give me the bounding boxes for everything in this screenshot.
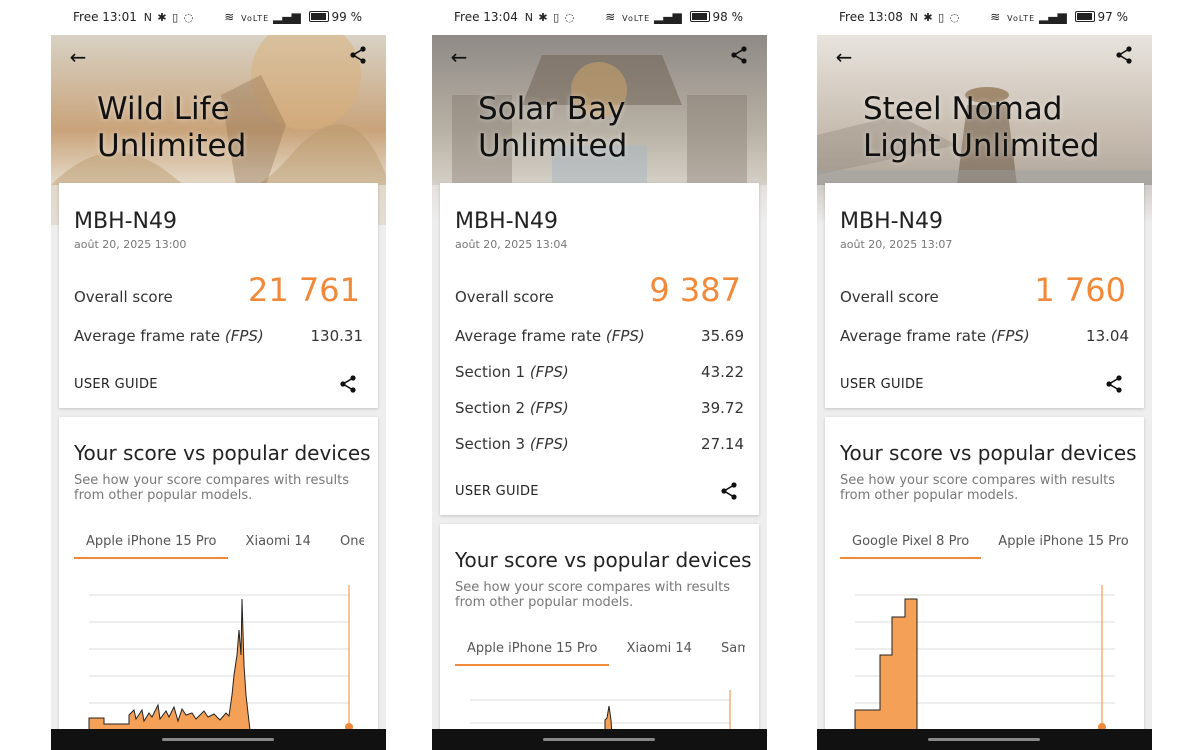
overall-score-label: Overall score: [455, 288, 554, 306]
device-name: MBH-N49: [455, 209, 559, 234]
tab-apple-iphone-15-pro[interactable]: Apple iPhone 15 Pro: [986, 534, 1130, 557]
volte-icon: VoLTE: [1007, 14, 1036, 23]
signal-icon: ▂▄▆: [1038, 10, 1067, 24]
wifi-icon: ≋: [224, 10, 235, 24]
user-guide-link[interactable]: USER GUIDE: [455, 484, 539, 499]
comparison-card: Your score vs popular devices See how yo…: [59, 417, 378, 750]
device-tabs: Google Pixel 8 Pro Apple iPhone 15 Pro: [840, 530, 1130, 560]
tab-google-pixel-8-pro[interactable]: Google Pixel 8 Pro: [840, 534, 982, 559]
device-tabs: Apple iPhone 15 Pro Xiaomi 14 OnePlu: [74, 530, 364, 560]
overall-score-label: Overall score: [840, 288, 939, 306]
section-3-label: Section 3 (FPS): [455, 435, 569, 453]
phone-screen-steel-nomad: Free 13:08 N ✱ ▯ ◌ ≋ VoLTE ▂▄▆ 97 % ← St…: [817, 0, 1152, 750]
fps-value: 35.69: [701, 327, 744, 345]
comparison-title: Your score vs popular devices: [455, 548, 752, 572]
overall-score-value: 9 387: [649, 271, 741, 309]
fps-label: Average frame rate (FPS): [840, 327, 1030, 345]
result-card: MBH-N49 août 20, 2025 13:04 Overall scor…: [440, 183, 759, 515]
comparison-subtitle: See how your score compares with results…: [74, 473, 349, 503]
battery-percent: 97 %: [1097, 10, 1129, 24]
user-guide-link[interactable]: USER GUIDE: [74, 377, 158, 392]
result-card: MBH-N49 août 20, 2025 13:00 Overall scor…: [59, 183, 378, 408]
share-icon[interactable]: [729, 45, 757, 69]
share-icon[interactable]: [1104, 374, 1126, 396]
status-bar: Free 13:01 N ✱ ▯ ◌ ≋ VoLTE ▂▄▆ 99 %: [51, 0, 386, 35]
battery-icon: [689, 11, 710, 22]
volte-icon: VoLTE: [622, 14, 651, 23]
benchmark-title: Wild Life Unlimited: [97, 91, 247, 164]
signal-icon: ▂▄▆: [272, 10, 301, 24]
score-distribution-chart: [854, 585, 1115, 730]
home-indicator[interactable]: [928, 738, 1040, 741]
tab-apple-iphone-15-pro[interactable]: Apple iPhone 15 Pro: [74, 534, 229, 559]
device-tabs: Apple iPhone 15 Pro Xiaomi 14 Samsur: [455, 637, 745, 667]
back-arrow-icon[interactable]: ←: [64, 45, 92, 69]
share-icon[interactable]: [719, 481, 741, 503]
section-2-value: 39.72: [701, 399, 744, 417]
device-name: MBH-N49: [840, 209, 944, 234]
comparison-card: Your score vs popular devices See how yo…: [440, 524, 759, 750]
result-date: août 20, 2025 13:07: [840, 238, 953, 251]
phone-screen-solar-bay: Free 13:04 N ✱ ▯ ◌ ≋ VoLTE ▂▄▆ 98 % ← So…: [432, 0, 767, 750]
clock: Free 13:04: [454, 10, 518, 24]
share-icon[interactable]: [348, 45, 376, 69]
tab-samsung[interactable]: Samsur: [709, 641, 745, 664]
overall-score-value: 21 761: [248, 271, 360, 309]
navigation-bar: [51, 729, 386, 750]
phone-screen-wild-life: Free 13:01 N ✱ ▯ ◌ ≋ VoLTE ▂▄▆ 99 % ← Wi…: [51, 0, 386, 750]
volte-icon: VoLTE: [241, 14, 270, 23]
tab-xiaomi-14[interactable]: Xiaomi 14: [615, 641, 704, 664]
overall-score-label: Overall score: [74, 288, 173, 306]
back-arrow-icon[interactable]: ←: [445, 45, 473, 69]
wifi-icon: ≋: [990, 10, 1001, 24]
home-indicator[interactable]: [162, 738, 274, 741]
clock: Free 13:08: [839, 10, 903, 24]
navigation-bar: [432, 729, 767, 750]
home-indicator[interactable]: [543, 738, 655, 741]
clock: Free 13:01: [73, 10, 137, 24]
share-icon[interactable]: [1114, 45, 1142, 69]
battery-percent: 99 %: [331, 10, 363, 24]
tab-oneplus[interactable]: OnePlu: [328, 534, 364, 557]
battery-icon: [308, 11, 329, 22]
benchmark-title: Steel Nomad Light Unlimited: [863, 91, 1100, 164]
comparison-title: Your score vs popular devices: [840, 441, 1137, 465]
status-icons: N ✱ ▯ ◌: [909, 11, 961, 24]
share-icon[interactable]: [338, 374, 360, 396]
user-guide-link[interactable]: USER GUIDE: [840, 377, 924, 392]
section-3-value: 27.14: [701, 435, 744, 453]
status-icons: N ✱ ▯ ◌: [524, 11, 576, 24]
battery-percent: 98 %: [712, 10, 744, 24]
score-distribution-chart: [88, 585, 353, 730]
result-date: août 20, 2025 13:04: [455, 238, 568, 251]
benchmark-title: Solar Bay Unlimited: [478, 91, 628, 164]
fps-value: 13.04: [1086, 327, 1129, 345]
comparison-title: Your score vs popular devices: [74, 441, 371, 465]
back-arrow-icon[interactable]: ←: [830, 45, 858, 69]
device-name: MBH-N49: [74, 209, 178, 234]
tab-xiaomi-14[interactable]: Xiaomi 14: [234, 534, 323, 557]
wifi-icon: ≋: [605, 10, 616, 24]
comparison-subtitle: See how your score compares with results…: [840, 473, 1115, 503]
fps-value: 130.31: [310, 327, 364, 345]
fps-label: Average frame rate (FPS): [74, 327, 264, 345]
status-bar: Free 13:04 N ✱ ▯ ◌ ≋ VoLTE ▂▄▆ 98 %: [432, 0, 767, 35]
navigation-bar: [817, 729, 1152, 750]
status-bar: Free 13:08 N ✱ ▯ ◌ ≋ VoLTE ▂▄▆ 97 %: [817, 0, 1152, 35]
section-1-value: 43.22: [701, 363, 744, 381]
overall-score-value: 1 760: [1034, 271, 1126, 309]
section-2-label: Section 2 (FPS): [455, 399, 569, 417]
status-icons: N ✱ ▯ ◌: [143, 11, 195, 24]
result-card: MBH-N49 août 20, 2025 13:07 Overall scor…: [825, 183, 1144, 408]
section-1-label: Section 1 (FPS): [455, 363, 569, 381]
fps-label: Average frame rate (FPS): [455, 327, 645, 345]
comparison-subtitle: See how your score compares with results…: [455, 580, 730, 610]
tab-apple-iphone-15-pro[interactable]: Apple iPhone 15 Pro: [455, 641, 610, 666]
comparison-card: Your score vs popular devices See how yo…: [825, 417, 1144, 750]
result-date: août 20, 2025 13:00: [74, 238, 187, 251]
signal-icon: ▂▄▆: [653, 10, 682, 24]
battery-icon: [1074, 11, 1095, 22]
